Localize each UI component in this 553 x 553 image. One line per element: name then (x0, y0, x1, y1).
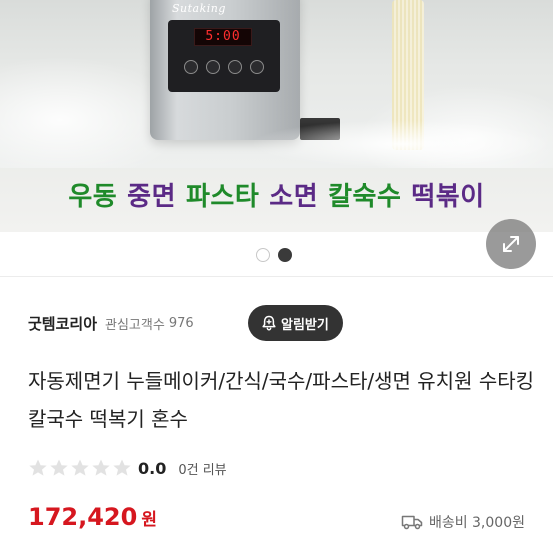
shipping-fee: 배송비 3,000원 (401, 510, 525, 534)
caption-word: 중면 (127, 182, 177, 212)
noodle-machine-illustration: Sutaking 5:00 (150, 0, 300, 140)
carousel-dot-1[interactable] (256, 248, 270, 262)
star-empty-icon (92, 459, 110, 476)
carousel-indicator (256, 248, 292, 262)
product-title: 자동제면기 누들메이커/간식/국수/파스타/생면 유치원 수타킹 칼국수 떡복기… (28, 369, 535, 431)
timer-display: 5:00 (194, 28, 252, 46)
bell-plus-icon (262, 315, 276, 331)
price-amount: 172,420 (28, 503, 138, 531)
star-empty-icon (29, 459, 47, 476)
get-alerts-button[interactable]: 알림받기 (248, 305, 343, 341)
star-rating (28, 458, 132, 478)
star-empty-icon (113, 459, 131, 476)
noodle-types-caption: 우동 중면 파스타 소면 칼숙수 떡볶이 (0, 176, 553, 213)
price-block: 172,420 원 (28, 503, 157, 539)
panel-button (184, 60, 198, 74)
product-image-carousel[interactable]: Sutaking 5:00 우동 중면 파스타 소면 칼숙수 떡볶이 (0, 0, 553, 232)
section-divider (0, 276, 553, 277)
review-count-link[interactable]: 0건 리뷰 (178, 459, 226, 478)
expand-image-button[interactable] (486, 219, 536, 269)
expand-arrows-icon (503, 236, 519, 252)
caption-word: 떡볶이 (411, 182, 485, 212)
flour-cloud (250, 120, 553, 168)
caption-word: 파스타 (186, 182, 260, 212)
followers-label: 관심고객수 (105, 317, 165, 333)
panel-button (206, 60, 220, 74)
star-empty-icon (50, 459, 68, 476)
rating-summary[interactable]: 0.0 0건 리뷰 (28, 455, 227, 481)
control-panel: 5:00 (168, 20, 280, 92)
product-photo: Sutaking 5:00 (0, 0, 553, 168)
shipping-fee-label: 배송비 3,000원 (428, 515, 525, 531)
caption-word: 우동 (68, 182, 118, 212)
seller-info: 굿템코리아 관심고객수 976 (28, 305, 194, 341)
carousel-dot-2-active[interactable] (278, 248, 292, 262)
get-alerts-label: 알림받기 (281, 317, 329, 333)
machine-brand-text: Sutaking (172, 2, 226, 15)
truck-icon (401, 515, 423, 530)
price-currency: 원 (141, 510, 157, 530)
seller-name-link[interactable]: 굿템코리아 (28, 313, 97, 334)
rating-score: 0.0 (138, 458, 167, 478)
caption-word: 칼숙수 (328, 182, 402, 212)
panel-button (250, 60, 264, 74)
caption-word: 소면 (269, 182, 319, 212)
followers-count: 976 (168, 315, 194, 331)
panel-button (228, 60, 242, 74)
star-empty-icon (71, 459, 89, 476)
